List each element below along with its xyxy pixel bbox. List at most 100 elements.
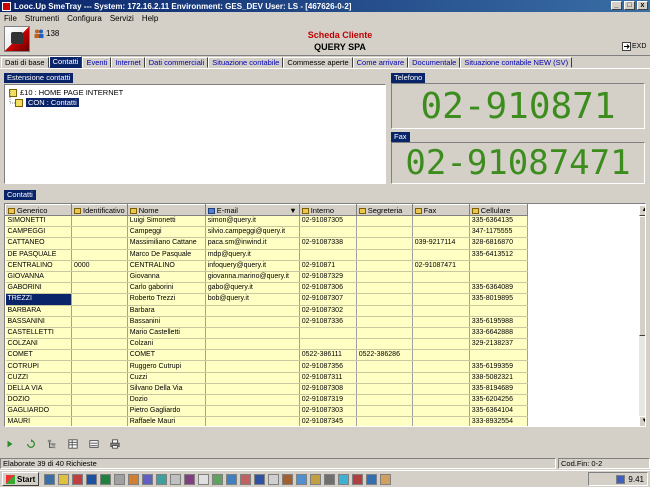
table-row[interactable]: GAGLIARDO Pietro Gagliardo 02-91087303 335-… [5,405,528,418]
minimize-button[interactable]: _ [611,1,622,10]
app-icon[interactable] [72,473,84,485]
program-icon[interactable] [198,473,210,485]
tab-contatti[interactable]: Contatti [48,56,83,68]
print-icon[interactable] [109,438,121,450]
cell-fax[interactable] [412,394,470,407]
cell-interno[interactable]: 02-91087302 [299,305,357,317]
cell-segreteria[interactable] [356,338,413,351]
cell-fax[interactable] [412,293,470,306]
cell-email[interactable] [205,360,300,373]
cell-generico[interactable]: DE PASQUALE [5,249,72,261]
cell-segreteria[interactable] [356,372,413,384]
cell-identificativo[interactable] [71,372,128,384]
table-row[interactable]: CENTRALINO 0000 CENTRALINO infoquery@query.… [5,260,528,272]
cell-email[interactable] [205,383,300,396]
start-button[interactable]: Start [2,472,40,486]
column-header-identificativo[interactable]: Identificativo [71,204,128,216]
cell-fax[interactable] [412,226,470,239]
cell-cellulare[interactable]: 347-1175555 [469,226,528,239]
cell-interno[interactable]: 02-91087336 [299,316,357,328]
cell-email[interactable]: mdp@query.it [205,249,300,261]
tree-view-icon[interactable] [46,438,58,450]
cell-email[interactable] [205,372,300,384]
exd-icon[interactable] [622,42,631,51]
cell-interno[interactable]: 02-91087319 [299,394,357,407]
cell-generico[interactable]: BARBARA [5,305,72,317]
cell-cellulare[interactable]: 335-6413512 [469,249,528,261]
table-row[interactable]: GABORINI Carlo gaborini gabo@query.it 02-91… [5,282,528,295]
cell-fax[interactable] [412,316,470,328]
column-header-generico[interactable]: Generico [5,204,72,216]
cell-interno[interactable]: 02-91087345 [299,416,357,426]
cell-email[interactable] [205,316,300,328]
cell-interno[interactable] [299,249,357,261]
outlook-icon[interactable] [128,473,140,485]
column-header-interno[interactable]: Interno [298,204,357,216]
cell-identificativo[interactable] [71,338,128,351]
menu-strumenti[interactable]: Strumenti [25,14,59,23]
program-icon[interactable] [268,473,280,485]
form-view-icon[interactable] [88,438,100,450]
cell-email[interactable] [205,405,300,418]
cell-interno[interactable]: 02-91087305 [299,215,357,228]
cell-cellulare[interactable]: 335-6199359 [469,360,528,373]
program-icon[interactable] [380,473,392,485]
cell-cellulare[interactable]: 338-5082321 [469,372,528,384]
cell-cellulare[interactable]: 335-6195988 [469,316,528,328]
cell-nome[interactable]: Ruggero Cutrupi [127,360,206,373]
program-icon[interactable] [240,473,252,485]
cell-cellulare[interactable]: 333-8932554 [469,416,528,426]
close-button[interactable]: x [637,1,648,10]
tab-eventi[interactable]: Eventi [82,57,112,68]
cell-cellulare[interactable] [469,271,528,284]
cell-segreteria[interactable] [356,226,413,239]
cell-nome[interactable]: Silvano Della Via [127,383,206,396]
cell-email[interactable] [205,338,300,351]
cell-segreteria[interactable] [356,416,413,426]
tab-documentale[interactable]: Documentale [408,57,461,68]
exd-label[interactable]: EXD [632,43,646,50]
cell-generico[interactable]: CATTANEO [5,237,72,250]
cell-cellulare[interactable]: 329-2138237 [469,338,528,351]
table-row[interactable]: DOZIO Dozio 02-91087319 335-6204256 [5,394,528,407]
table-row[interactable]: CAMPEGGI Campeggi silvio.campeggi@query.it… [5,226,528,239]
cell-interno[interactable]: 02-91087308 [299,383,357,396]
cell-interno[interactable]: 02-91087329 [299,271,357,284]
table-row[interactable]: TREZZI Roberto Trezzi bob@query.it 02-91087… [5,293,528,306]
table-row[interactable]: COTRUPI Ruggero Cutrupi 02-91087356 335-619… [5,360,528,373]
cell-segreteria[interactable] [356,237,413,250]
refresh-icon[interactable] [4,438,16,450]
cell-generico[interactable]: CASTELLETTI [5,327,72,340]
cell-interno[interactable]: 02-91087356 [299,360,357,373]
cell-nome[interactable]: Colzani [127,338,206,351]
cell-nome[interactable]: Giovanna [127,271,206,284]
table-row[interactable]: CATTANEO Massimiliano Cattane paca.sm@inwi… [5,237,528,250]
cell-email[interactable]: silvio.campeggi@query.it [205,226,300,239]
cell-identificativo[interactable] [71,293,128,306]
cell-email[interactable]: giovanna.marino@query.it [205,271,300,284]
cell-email[interactable] [205,349,300,362]
program-icon[interactable] [324,473,336,485]
cell-nome[interactable]: Barbara [127,305,206,317]
cell-identificativo[interactable] [71,249,128,261]
cell-nome[interactable]: Massimiliano Cattane [127,237,206,250]
table-row[interactable]: BARBARA Barbara 02-91087302 [5,305,528,317]
cell-identificativo[interactable] [71,416,128,426]
table-row[interactable]: CASTELLETTI Mario Castelletti 333-6642888 [5,327,528,340]
cell-email[interactable] [205,394,300,407]
cell-cellulare[interactable]: 333-6642888 [469,327,528,340]
cell-cellulare[interactable]: 335-8019895 [469,293,528,306]
cell-identificativo[interactable]: 0000 [71,260,128,272]
table-row[interactable]: COMET COMET 0522-386111 0522-386286 [5,349,528,362]
table-row[interactable]: SIMONETTI Luigi Simonetti simon@query.it 02… [5,215,528,228]
scroll-down-button[interactable]: ▼ [639,416,645,426]
cell-interno[interactable]: 02-91087303 [299,405,357,418]
network-icon[interactable] [616,474,626,484]
cell-identificativo[interactable] [71,215,128,228]
tree-item-home-page[interactable]: £10 : HOME PAGE INTERNET [9,88,123,97]
cell-segreteria[interactable] [356,271,413,284]
cell-fax[interactable] [412,383,470,396]
cell-generico[interactable]: COLZANI [5,338,72,351]
cell-fax[interactable] [412,360,470,373]
program-icon[interactable] [366,473,378,485]
